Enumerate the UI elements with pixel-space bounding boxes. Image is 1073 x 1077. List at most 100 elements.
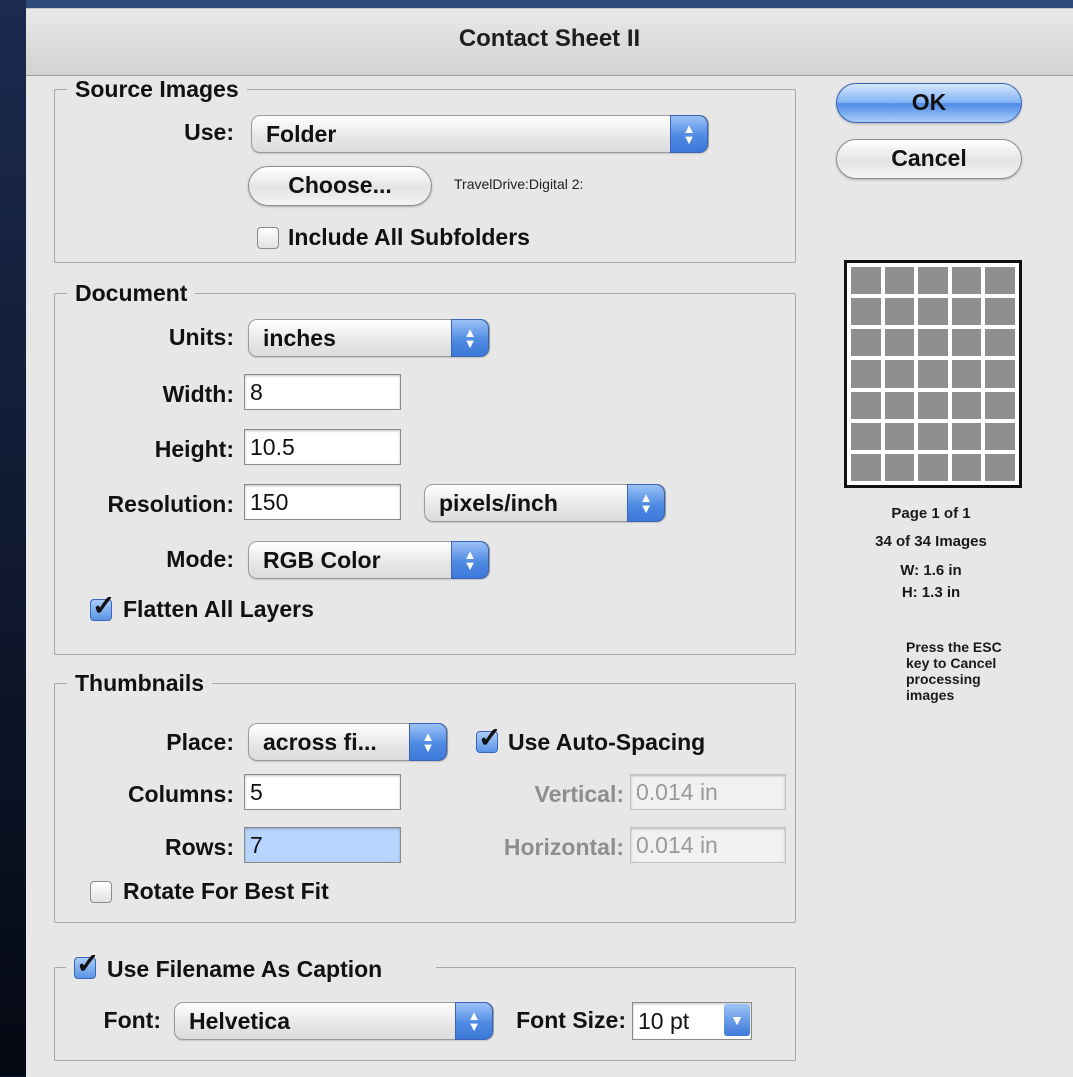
chevron-down-icon[interactable]: ▼ — [724, 1004, 750, 1036]
horizontal-spacing-field[interactable]: 0.014 in — [630, 827, 786, 863]
font-size-label: Font Size: — [516, 1007, 626, 1033]
preview-thumbnail-cell — [951, 360, 982, 388]
resolution-units-arrow-icon: ▲ ▼ — [627, 484, 665, 522]
preview-thumbnail-cell — [884, 298, 915, 326]
preview-thumbnail-cell — [985, 453, 1015, 481]
resolution-field[interactable]: 150 — [244, 484, 401, 520]
columns-field-value: 5 — [250, 779, 263, 805]
checkmark-icon: ✓ — [76, 948, 100, 979]
title-bar[interactable]: Contact Sheet II — [26, 9, 1073, 76]
preview-thumbnail-cell — [985, 391, 1015, 419]
preview-thumbnail-cell — [851, 453, 881, 481]
thumbnail-width: W: 1.6 in — [900, 562, 962, 579]
preview-thumbnail-cell — [884, 391, 915, 419]
preview-page-count: Page 1 of 1 — [891, 505, 971, 522]
font-popup-arrow-icon: ▲ ▼ — [455, 1002, 493, 1040]
choose-button[interactable]: Choose... — [248, 166, 432, 206]
width-field[interactable]: 8 — [244, 374, 401, 410]
preview-thumbnail-cell — [951, 329, 982, 357]
preview-thumbnail-cell — [985, 298, 1015, 326]
rows-field-value: 7 — [250, 832, 263, 858]
preview-thumbnail-cell — [851, 298, 881, 326]
preview-thumbnail-cell — [851, 391, 881, 419]
auto-spacing-label: Use Auto-Spacing — [508, 729, 706, 755]
checkmark-icon: ✓ — [478, 722, 502, 753]
preview-thumbnail-cell — [951, 422, 982, 450]
font-size-combo[interactable]: 10 pt ▼ — [632, 1002, 752, 1040]
document-legend: Document — [67, 280, 196, 306]
rotate-best-fit-label: Rotate For Best Fit — [123, 878, 329, 904]
preview-thumbnail-cell — [884, 329, 915, 357]
use-popup-value: Folder — [266, 121, 337, 147]
units-popup[interactable]: inches ▲ ▼ — [248, 319, 490, 357]
preview-thumbnail-cell — [918, 391, 948, 419]
horizontal-label: Horizontal: — [503, 834, 624, 860]
use-filename-caption-checkbox[interactable]: ✓ — [74, 949, 99, 979]
mode-popup-value: RGB Color — [263, 547, 381, 573]
resolution-label: Resolution: — [107, 491, 235, 517]
font-popup[interactable]: Helvetica ▲ ▼ — [174, 1002, 494, 1040]
units-popup-value: inches — [263, 325, 336, 351]
window-title: Contact Sheet II — [458, 25, 641, 52]
preview-thumbnail-cell — [985, 329, 1015, 357]
preview-thumbnail-cell — [985, 267, 1015, 295]
thumbnail-height: H: 1.3 in — [901, 584, 961, 601]
horizontal-spacing-value: 0.014 in — [636, 832, 718, 858]
preview-thumbnail-cell — [851, 267, 881, 295]
units-label: Units: — [168, 324, 234, 350]
layout-preview — [844, 260, 1022, 488]
rows-field[interactable]: 7 — [244, 827, 401, 863]
rows-label: Rows: — [165, 834, 234, 860]
resolution-units-popup[interactable]: pixels/inch ▲ ▼ — [424, 484, 666, 522]
use-label: Use: — [184, 119, 234, 145]
width-field-value: 8 — [250, 379, 263, 405]
cancel-button[interactable]: Cancel — [836, 139, 1022, 179]
vertical-label: Vertical: — [534, 781, 625, 807]
ok-button[interactable]: OK — [836, 83, 1022, 123]
height-field[interactable]: 10.5 — [244, 429, 401, 465]
preview-image-count: 34 of 34 Images — [875, 533, 987, 550]
font-popup-value: Helvetica — [189, 1008, 291, 1034]
rotate-best-fit-checkbox[interactable] — [90, 881, 112, 903]
desktop-background-left — [0, 0, 26, 1076]
place-popup-arrow-icon: ▲ ▼ — [409, 723, 447, 761]
preview-thumbnail-cell — [918, 360, 948, 388]
mode-popup[interactable]: RGB Color ▲ ▼ — [248, 541, 490, 579]
columns-label: Columns: — [127, 781, 234, 807]
resolution-field-value: 150 — [250, 489, 289, 515]
place-popup[interactable]: across fi... ▲ ▼ — [248, 723, 448, 761]
font-label: Font: — [103, 1007, 161, 1033]
preview-thumbnail-cell — [918, 298, 948, 326]
place-popup-value: across fi... — [263, 729, 377, 755]
height-label: Height: — [154, 436, 234, 462]
desktop-background-top — [0, 0, 1073, 8]
vertical-spacing-field[interactable]: 0.014 in — [630, 774, 786, 810]
preview-thumbnail-cell — [985, 360, 1015, 388]
include-subfolders-checkbox[interactable] — [257, 227, 279, 249]
preview-thumbnail-cell — [951, 267, 982, 295]
width-label: Width: — [162, 381, 234, 407]
preview-thumbnail-cell — [951, 391, 982, 419]
source-path: TravelDrive:Digital 2: — [454, 176, 584, 192]
columns-field[interactable]: 5 — [244, 774, 401, 810]
use-popup[interactable]: Folder ▲ ▼ — [251, 115, 709, 153]
preview-thumbnail-cell — [951, 298, 982, 326]
preview-thumbnail-cell — [918, 267, 948, 295]
contact-sheet-dialog: Contact Sheet II Source Images Use: Fold… — [26, 8, 1073, 1077]
flatten-layers-checkbox[interactable]: ✓ — [90, 591, 115, 621]
use-popup-arrow-icon: ▲ ▼ — [670, 115, 708, 153]
include-subfolders-label: Include All Subfolders — [288, 224, 530, 250]
flatten-layers-label: Flatten All Layers — [123, 596, 314, 622]
preview-thumbnail-cell — [884, 453, 915, 481]
use-filename-caption-label: Use Filename As Caption — [107, 956, 383, 982]
preview-thumbnail-cell — [851, 329, 881, 357]
mode-label: Mode: — [166, 546, 234, 572]
preview-thumbnail-cell — [884, 360, 915, 388]
preview-thumbnail-cell — [918, 329, 948, 357]
vertical-spacing-value: 0.014 in — [636, 779, 718, 805]
auto-spacing-checkbox[interactable]: ✓ — [476, 723, 501, 753]
preview-thumbnail-cell — [884, 267, 915, 295]
source-images-legend: Source Images — [67, 76, 247, 102]
preview-thumbnail-cell — [985, 422, 1015, 450]
units-popup-arrow-icon: ▲ ▼ — [451, 319, 489, 357]
